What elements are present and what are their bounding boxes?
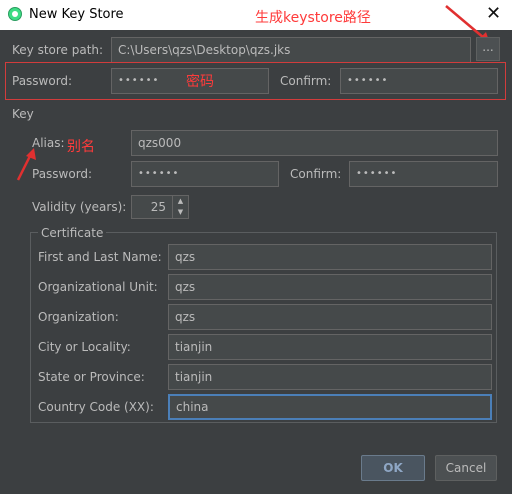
key-section-label: Key bbox=[12, 107, 34, 121]
alias-annotation: 别名 bbox=[67, 139, 95, 155]
cancel-button[interactable]: Cancel bbox=[435, 455, 497, 481]
cert-city-input[interactable]: tianjin bbox=[168, 334, 492, 360]
keystore-password-label: Password: bbox=[12, 74, 73, 88]
window-title: New Key Store bbox=[29, 7, 124, 22]
validity-spinner[interactable]: 25 ▲ ▼ bbox=[131, 195, 189, 219]
validity-value[interactable]: 25 bbox=[132, 196, 170, 218]
key-store-path-input[interactable]: C:\Users\qzs\Desktop\qzs.jks bbox=[111, 37, 471, 63]
validity-label: Validity (years): bbox=[32, 200, 127, 214]
ok-button[interactable]: OK bbox=[361, 455, 425, 481]
cert-org-unit-input[interactable]: qzs bbox=[168, 274, 492, 300]
certificate-section-label: Certificate bbox=[38, 226, 107, 240]
key-confirm-input[interactable]: •••••• bbox=[349, 161, 498, 187]
key-store-path-label: Key store path: bbox=[12, 43, 104, 57]
browse-button[interactable]: ... bbox=[476, 37, 500, 61]
cert-org-unit-label: Organizational Unit: bbox=[38, 280, 158, 294]
cert-city-label: City or Locality: bbox=[38, 340, 131, 354]
keystore-confirm-label: Confirm: bbox=[280, 74, 332, 88]
password-annotation: 密码 bbox=[186, 74, 214, 90]
cert-name-label: First and Last Name: bbox=[38, 250, 162, 264]
cert-country-label: Country Code (XX): bbox=[38, 400, 154, 414]
chevron-up-icon[interactable]: ▲ bbox=[173, 196, 188, 207]
cert-state-input[interactable]: tianjin bbox=[168, 364, 492, 390]
path-annotation: 生成keystore路径 bbox=[255, 10, 371, 26]
alias-input[interactable]: qzs000 bbox=[131, 130, 498, 156]
key-confirm-label: Confirm: bbox=[290, 167, 342, 181]
android-studio-icon bbox=[8, 7, 22, 21]
cert-org-input[interactable]: qzs bbox=[168, 304, 492, 330]
cert-country-input[interactable]: china bbox=[168, 394, 492, 420]
key-password-label: Password: bbox=[32, 167, 93, 181]
cert-org-label: Organization: bbox=[38, 310, 119, 324]
cert-name-input[interactable]: qzs bbox=[168, 244, 492, 270]
cert-state-label: State or Province: bbox=[38, 370, 145, 384]
key-password-input[interactable]: •••••• bbox=[131, 161, 279, 187]
keystore-confirm-input[interactable]: •••••• bbox=[340, 68, 498, 94]
chevron-down-icon[interactable]: ▼ bbox=[173, 207, 188, 218]
